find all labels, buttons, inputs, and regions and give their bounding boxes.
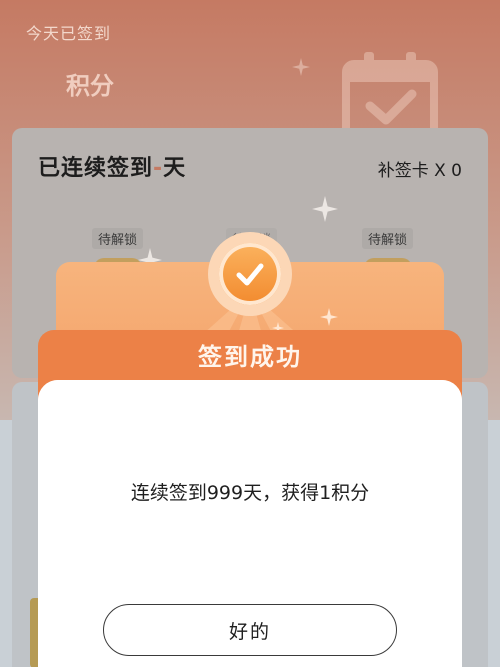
reward-unlock-tag: 待解锁 bbox=[92, 228, 144, 249]
signed-in-today-label: 今天已签到 bbox=[26, 24, 112, 43]
streak-title-prefix: 已连续签到 bbox=[38, 156, 154, 181]
checkmark-icon bbox=[236, 263, 264, 286]
success-title: 签到成功 bbox=[198, 343, 302, 371]
ok-button[interactable]: 好的 bbox=[103, 604, 397, 656]
check-circle-inner bbox=[219, 243, 281, 305]
check-circle-icon bbox=[208, 232, 292, 316]
streak-count: - bbox=[153, 156, 164, 181]
sparkle-icon bbox=[292, 58, 310, 76]
sparkle-icon bbox=[320, 308, 338, 326]
makeup-card-count: 补签卡 X 0 bbox=[377, 161, 462, 181]
points-label: 积分 bbox=[66, 72, 114, 100]
streak-title-suffix: 天 bbox=[163, 156, 187, 181]
reward-unlock-tag: 待解锁 bbox=[362, 228, 414, 249]
success-message: 连续签到999天，获得1积分 bbox=[130, 482, 370, 504]
sparkle-icon bbox=[312, 196, 338, 222]
streak-title: 已连续签到-天 bbox=[38, 150, 186, 182]
